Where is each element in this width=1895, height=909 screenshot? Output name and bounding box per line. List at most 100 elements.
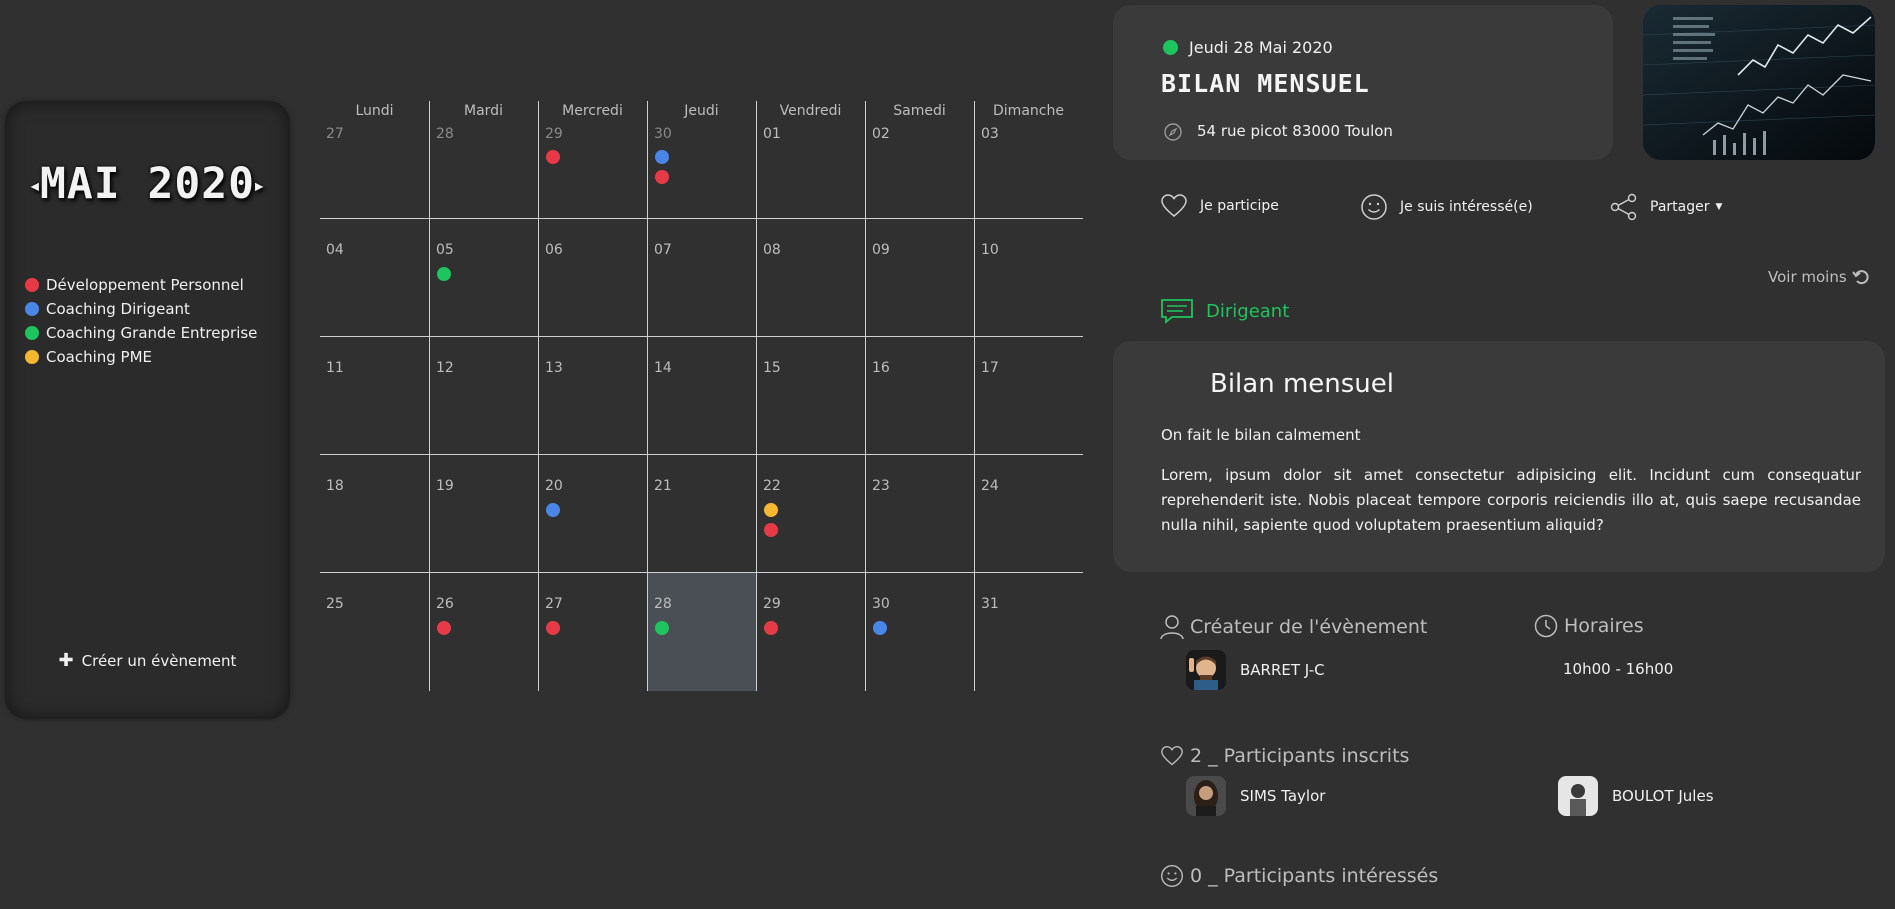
calendar-day-cell[interactable]: 18 (320, 455, 429, 573)
calendar-day-cell[interactable]: 30 (865, 573, 974, 691)
calendar-day-cell[interactable]: 06 (538, 219, 647, 337)
participants-heading-text: 2 _ Participants inscrits (1190, 745, 1410, 767)
calendar-day-cell[interactable]: 20 (538, 455, 647, 573)
calendar-day-cell[interactable]: 25 (320, 573, 429, 691)
calendar-day-cell[interactable]: 10 (974, 219, 1083, 337)
day-number: 28 (436, 126, 454, 142)
event-dot[interactable] (655, 621, 669, 635)
calendar-day-cell[interactable]: 29 (756, 573, 865, 691)
undo-arrow-icon (1851, 270, 1869, 285)
calendar-day-cell[interactable]: 08 (756, 219, 865, 337)
day-number: 13 (545, 360, 563, 376)
legend-label: Coaching Grande Entreprise (46, 324, 258, 342)
calendar-day-cell[interactable]: 07 (647, 219, 756, 337)
calendar-day-cell[interactable]: 27 (320, 101, 429, 219)
calendar-day-cell[interactable]: 28 (647, 573, 756, 691)
calendar-day-cell[interactable]: 16 (865, 337, 974, 455)
calendar-day-cell[interactable]: 03 (974, 101, 1083, 219)
calendar-day-cell[interactable]: 27 (538, 573, 647, 691)
day-number: 30 (654, 126, 672, 142)
calendar-day-cell[interactable]: 31 (974, 573, 1083, 691)
calendar-day-cell[interactable]: 14 (647, 337, 756, 455)
legend-item: Développement Personnel (25, 273, 257, 297)
smiley-icon (1361, 194, 1387, 220)
participant-item[interactable]: BOULOT Jules (1558, 776, 1714, 816)
calendar-day-cell[interactable]: 21 (647, 455, 756, 573)
event-dot[interactable] (546, 503, 560, 517)
calendar-day-cell[interactable]: 12 (429, 337, 538, 455)
voir-moins-label: Voir moins (1768, 268, 1847, 286)
event-dots (437, 621, 451, 635)
prev-month-arrow-icon[interactable]: ◀ (31, 179, 40, 195)
calendar-day-cell[interactable]: 19 (429, 455, 538, 573)
participant-item[interactable]: SIMS Taylor (1186, 776, 1325, 816)
calendar-day-cell[interactable]: 22 (756, 455, 865, 573)
day-number: 25 (326, 596, 344, 612)
event-dot[interactable] (437, 267, 451, 281)
event-dot[interactable] (764, 523, 778, 537)
calendar-day-cell[interactable]: 01 (756, 101, 865, 219)
legend-label: Coaching Dirigeant (46, 300, 190, 318)
share-icon (1610, 193, 1637, 221)
calendar-day-cell[interactable]: 29 (538, 101, 647, 219)
event-dot[interactable] (764, 503, 778, 517)
calendar-day-cell[interactable]: 26 (429, 573, 538, 691)
event-dot[interactable] (764, 621, 778, 635)
event-dots (546, 503, 560, 517)
calendar-day-cell[interactable]: 23 (865, 455, 974, 573)
description-body: Lorem, ipsum dolor sit amet consectetur … (1161, 466, 1861, 534)
calendar-day-cell[interactable]: 30 (647, 101, 756, 219)
calendar-day-cell[interactable]: 13 (538, 337, 647, 455)
next-month-arrow-icon[interactable]: ▶ (255, 179, 264, 195)
event-photo (1643, 5, 1875, 160)
calendar-day-cell[interactable]: 15 (756, 337, 865, 455)
legend-label: Coaching PME (46, 348, 153, 366)
day-number: 02 (872, 126, 890, 142)
day-number: 01 (763, 126, 781, 142)
create-event-label: Créer un évènement (81, 652, 237, 670)
horaires-heading-text: Horaires (1564, 615, 1644, 637)
event-dot[interactable] (546, 621, 560, 635)
event-dot[interactable] (655, 150, 669, 164)
day-number: 17 (981, 360, 999, 376)
event-dot[interactable] (873, 621, 887, 635)
share-dropdown[interactable]: Partager ▼ (1610, 193, 1722, 221)
voir-moins-toggle[interactable]: Voir moins (1768, 268, 1870, 286)
calendar-day-cell[interactable]: 09 (865, 219, 974, 337)
day-number: 21 (654, 478, 672, 494)
event-dot[interactable] (437, 621, 451, 635)
calendar-day-cell[interactable]: 05 (429, 219, 538, 337)
calendar-day-cell[interactable]: 28 (429, 101, 538, 219)
legend-color-dot (25, 350, 39, 364)
day-number: 06 (545, 242, 563, 258)
event-dots (546, 621, 560, 635)
event-dot[interactable] (546, 150, 560, 164)
creator-heading-text: Créateur de l'évènement (1190, 616, 1428, 638)
day-number: 15 (763, 360, 781, 376)
participate-label: Je participe (1200, 198, 1279, 214)
creator-person[interactable]: BARRET J-C (1186, 650, 1325, 690)
calendar-day-cell[interactable]: 24 (974, 455, 1083, 573)
day-number: 07 (654, 242, 672, 258)
participate-button[interactable]: Je participe (1160, 193, 1279, 219)
day-number: 04 (326, 242, 344, 258)
day-number: 05 (436, 242, 454, 258)
calendar-day-cell[interactable]: 02 (865, 101, 974, 219)
calendar-day-cell[interactable]: 04 (320, 219, 429, 337)
calendar-day-cell[interactable]: 11 (320, 337, 429, 455)
memoji-avatar-icon (1186, 650, 1226, 690)
day-number: 27 (545, 596, 563, 612)
event-category: Dirigeant (1160, 298, 1289, 324)
event-dots (764, 503, 778, 537)
day-number: 30 (872, 596, 890, 612)
create-event-button[interactable]: ✚ Créer un évènement (5, 650, 290, 671)
chat-bubble-icon (1161, 299, 1193, 324)
event-dots (655, 150, 669, 184)
participant-name: BOULOT Jules (1612, 787, 1714, 805)
plus-icon: ✚ (58, 650, 74, 671)
calendar-day-cell[interactable]: 17 (974, 337, 1083, 455)
event-dot[interactable] (655, 170, 669, 184)
portrait-avatar-icon (1186, 776, 1226, 816)
event-description-card: Bilan mensuel On fait le bilan calmement… (1113, 341, 1885, 572)
interested-button[interactable]: Je suis intéressé(e) (1360, 193, 1533, 221)
